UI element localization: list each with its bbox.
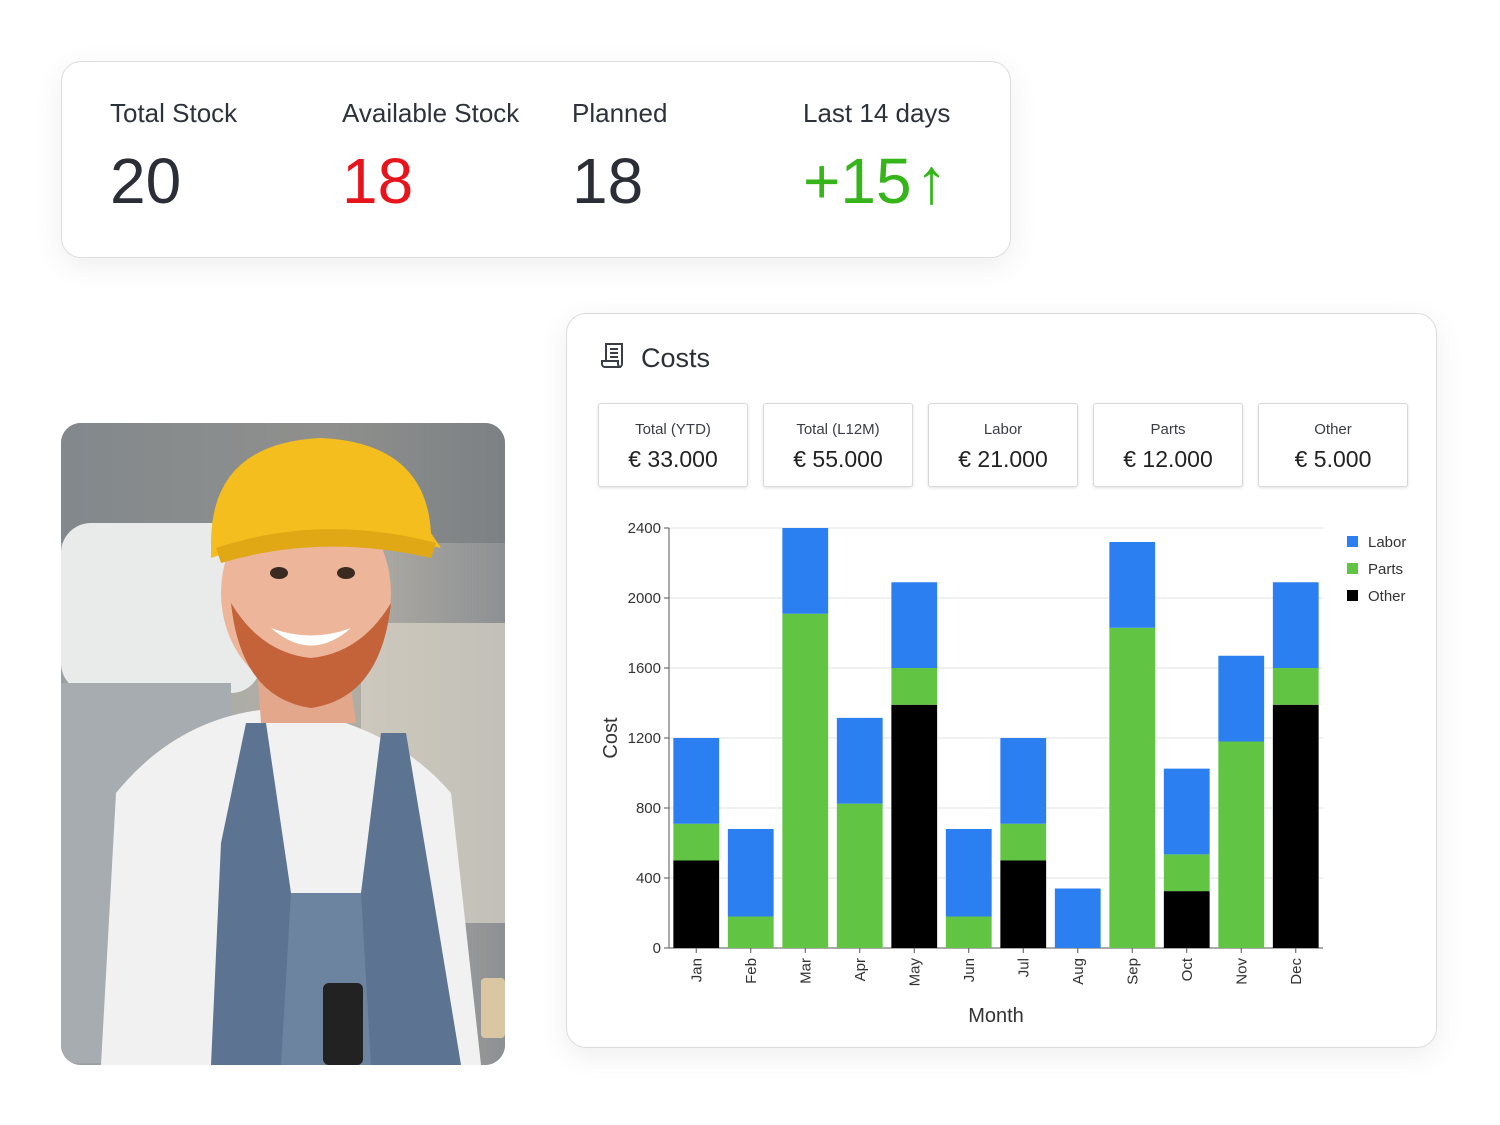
available-stock-value: 18 (342, 145, 414, 217)
bar-parts-sep (1109, 627, 1156, 948)
y-tick-label: 2000 (628, 590, 661, 607)
bar-labor-aug (1054, 888, 1101, 948)
last-14-days-value-row: +15↑ (803, 149, 950, 213)
x-tick-label: Aug (1070, 958, 1087, 985)
bar-parts-dec (1272, 668, 1319, 705)
worker-photo (61, 423, 505, 1065)
legend-label-other: Other (1368, 588, 1406, 605)
planned-label: Planned (572, 98, 668, 128)
bar-labor-mar (782, 528, 829, 614)
y-axis-title: Cost (600, 717, 622, 759)
last-14-days-value: +15 (803, 145, 912, 217)
bar-labor-jun (945, 829, 992, 917)
bar-other-dec (1272, 704, 1319, 948)
bar-parts-mar (782, 613, 829, 948)
y-tick-label: 1200 (628, 730, 661, 747)
bar-parts-feb (727, 916, 774, 948)
last-14-days-stat: Last 14 days +15↑ (803, 98, 950, 213)
bar-other-may (891, 704, 938, 948)
available-stock-label: Available Stock (342, 98, 520, 128)
bar-labor-may (891, 582, 938, 668)
legend-swatch-parts (1347, 563, 1358, 574)
available-stock-stat: Available Stock 18 (342, 98, 519, 213)
bar-labor-dec (1272, 582, 1319, 668)
bar-parts-jan (673, 823, 720, 861)
x-tick-label: Feb (743, 958, 760, 984)
y-tick-label: 800 (636, 800, 661, 817)
x-axis-title: Month (968, 1005, 1024, 1027)
x-tick-label: Sep (1124, 958, 1141, 985)
last-14-days-label: Last 14 days (803, 98, 951, 128)
total-stock-label: Total Stock (110, 98, 238, 128)
bar-parts-may (891, 668, 938, 705)
bar-parts-apr (836, 803, 883, 948)
worker-photo-illustration (61, 423, 505, 1065)
x-tick-label: Nov (1233, 958, 1250, 985)
bar-parts-jun (945, 916, 992, 948)
x-tick-label: Jul (1015, 958, 1032, 977)
stock-summary-card: Total Stock 20 Available Stock 18 Planne… (61, 61, 1011, 258)
bar-labor-nov (1218, 655, 1265, 742)
bar-labor-sep (1109, 542, 1156, 628)
x-tick-label: May (906, 958, 923, 987)
legend-swatch-other (1347, 590, 1358, 601)
cost-chart: 0 400 800 1200 1600 2000 2400 Jan Feb Mar Apr May Ju… (600, 520, 1406, 1027)
bar-other-jan (673, 860, 720, 948)
y-tick-label: 1600 (628, 660, 661, 677)
bar-labor-jan (673, 738, 720, 824)
bar-parts-nov (1218, 741, 1265, 948)
total-stock-value: 20 (110, 145, 182, 217)
bar-other-oct (1163, 891, 1210, 948)
legend-swatch-labor (1347, 536, 1358, 547)
planned-stat: Planned 18 (572, 98, 667, 213)
bar-other-jul (1000, 860, 1047, 948)
legend-label-parts: Parts (1368, 561, 1403, 578)
x-tick-label: Jan (688, 958, 705, 982)
x-tick-label: Jun (961, 958, 978, 982)
bar-labor-apr (836, 717, 883, 804)
bar-labor-jul (1000, 738, 1047, 824)
bar-parts-jul (1000, 823, 1047, 861)
legend-label-labor: Labor (1368, 534, 1406, 551)
arrow-up-icon: ↑ (915, 145, 948, 217)
x-tick-label: Dec (1288, 958, 1305, 985)
costs-card: Costs Total (YTD) € 33.000 Total (L12M) … (566, 313, 1437, 1048)
planned-value: 18 (572, 145, 644, 217)
bar-labor-feb (727, 829, 774, 917)
y-tick-label: 400 (636, 870, 661, 887)
y-tick-label: 2400 (628, 520, 661, 537)
bar-labor-oct (1163, 768, 1210, 855)
x-tick-label: Apr (852, 958, 869, 981)
x-tick-label: Mar (797, 958, 814, 984)
x-tick-label: Oct (1179, 957, 1196, 981)
y-tick-label: 0 (653, 940, 661, 957)
bar-parts-oct (1163, 854, 1210, 892)
total-stock-stat: Total Stock 20 (110, 98, 237, 213)
